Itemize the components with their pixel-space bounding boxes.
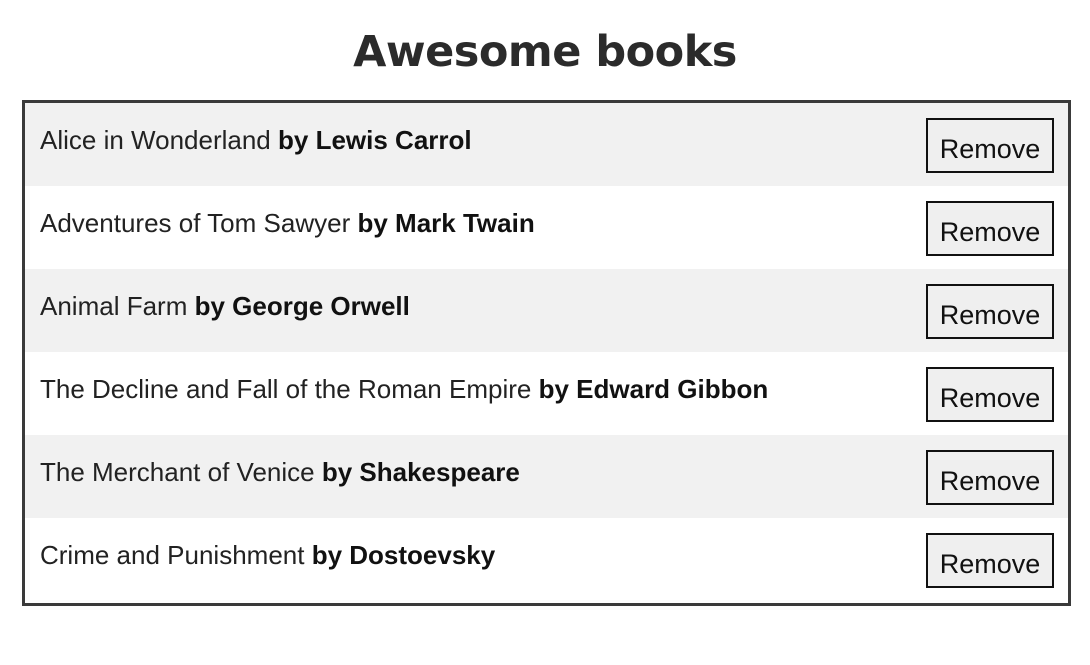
book-author: by Shakespeare <box>321 457 520 487</box>
remove-button[interactable]: Remove <box>926 450 1054 505</box>
book-title: Adventures of Tom Sawyer <box>40 208 351 238</box>
book-author: by Lewis Carrol <box>278 125 472 155</box>
book-entry: The Merchant of Venice by Shakespeare <box>40 456 520 488</box>
remove-button[interactable]: Remove <box>926 367 1054 422</box>
page-title: Awesome books <box>353 27 737 77</box>
book-title: The Decline and Fall of the Roman Empire <box>40 374 532 404</box>
book-title: Alice in Wonderland <box>40 125 271 155</box>
book-title: Animal Farm <box>40 291 188 321</box>
book-row: The Decline and Fall of the Roman Empire… <box>25 352 1068 435</box>
remove-button[interactable]: Remove <box>926 533 1054 588</box>
book-author: by Edward Gibbon <box>538 374 769 404</box>
book-entry: Alice in Wonderland by Lewis Carrol <box>40 124 472 156</box>
book-author: by Dostoevsky <box>311 540 496 570</box>
book-list: Alice in Wonderland by Lewis Carrol Remo… <box>22 100 1071 606</box>
book-row: Crime and Punishment by Dostoevsky Remov… <box>25 518 1068 601</box>
book-entry: The Decline and Fall of the Roman Empire… <box>40 373 768 405</box>
book-row: Animal Farm by George Orwell Remove <box>25 269 1068 352</box>
book-title: The Merchant of Venice <box>40 457 315 487</box>
book-entry: Adventures of Tom Sawyer by Mark Twain <box>40 207 535 239</box>
book-author: by Mark Twain <box>357 208 535 238</box>
book-author: by George Orwell <box>194 291 410 321</box>
remove-button[interactable]: Remove <box>926 118 1054 173</box>
book-row: Adventures of Tom Sawyer by Mark Twain R… <box>25 186 1068 269</box>
book-title: Crime and Punishment <box>40 540 305 570</box>
book-row: Alice in Wonderland by Lewis Carrol Remo… <box>25 103 1068 186</box>
book-entry: Crime and Punishment by Dostoevsky <box>40 539 495 571</box>
book-row: The Merchant of Venice by Shakespeare Re… <box>25 435 1068 518</box>
remove-button[interactable]: Remove <box>926 201 1054 256</box>
book-entry: Animal Farm by George Orwell <box>40 290 410 322</box>
remove-button[interactable]: Remove <box>926 284 1054 339</box>
